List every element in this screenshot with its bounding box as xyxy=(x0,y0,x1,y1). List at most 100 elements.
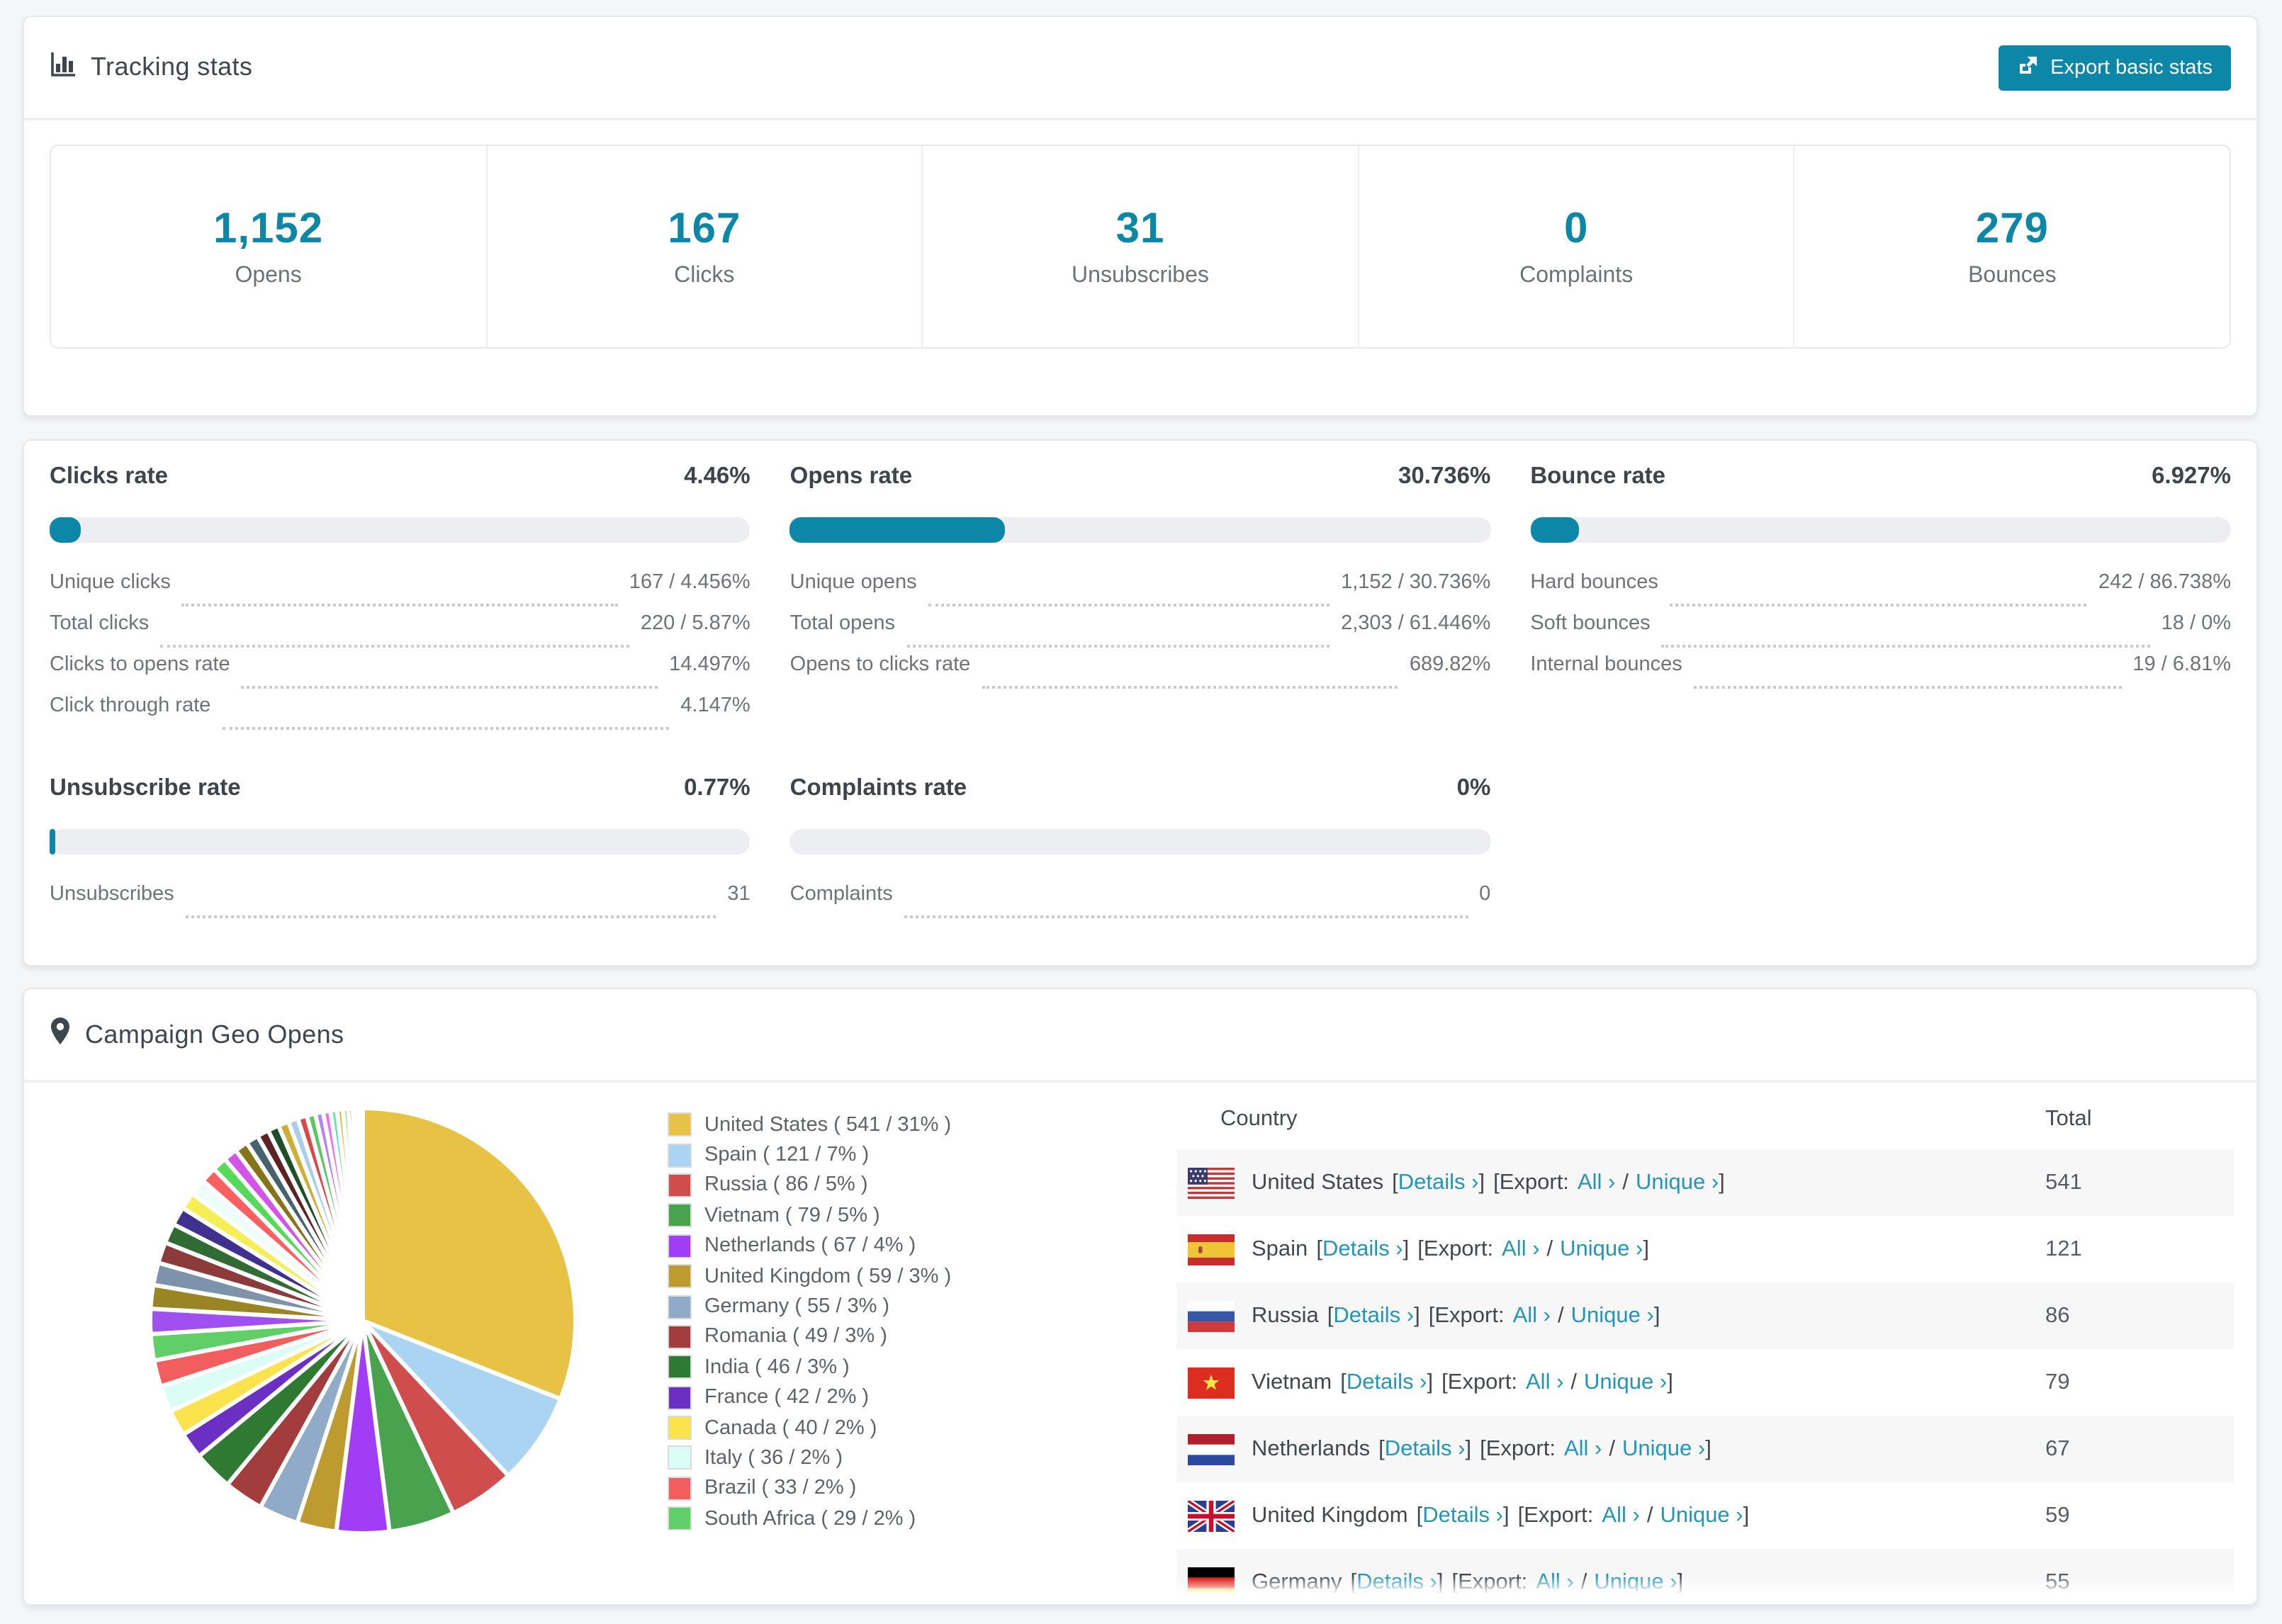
clicks-rate-title: Clicks rate xyxy=(50,463,168,489)
total-value: 121 xyxy=(2045,1236,2082,1261)
export-all-link[interactable]: All › xyxy=(1536,1569,1573,1595)
opens-rate-title: Opens rate xyxy=(789,463,913,489)
details-link[interactable]: Details › xyxy=(1422,1503,1503,1528)
clicks-count: 167 xyxy=(668,205,741,252)
details-link[interactable]: Details › xyxy=(1322,1236,1403,1262)
table-row-vietnam: Vietnam [ Details › ] [Export: All › / U… xyxy=(1176,1349,2234,1416)
rates-card: Clicks rate 4.46% Unique clicks 167 / 4.4… xyxy=(23,439,2258,966)
legend-swatch xyxy=(668,1173,692,1197)
opens-rate-value: 30.736% xyxy=(1398,463,1491,489)
clicks-rate-block: Clicks rate 4.46% Unique clicks 167 / 4.4… xyxy=(50,461,751,735)
stat-row: Total opens 2,303 / 61.446% xyxy=(790,612,1490,653)
stat-clicks: 167 Clicks xyxy=(487,146,923,347)
export-unique-link[interactable]: Unique › xyxy=(1584,1370,1667,1395)
stat-row: Complaints 0 xyxy=(790,883,1490,924)
bounce-rate-block: Bounce rate 6.927% Hard bounces 242 / 86.… xyxy=(1530,461,2231,735)
legend-swatch xyxy=(668,1264,692,1289)
table-row-united-states: United States [ Details › ] [Export: All… xyxy=(1176,1149,2234,1216)
stat-row: Opens to clicks rate 689.82% xyxy=(790,653,1490,694)
details-link[interactable]: Details › xyxy=(1398,1170,1479,1195)
page-title: Tracking stats xyxy=(91,52,253,81)
table-row-united-kingdom: United Kingdom [ Details › ] [Export: Al… xyxy=(1176,1482,2234,1549)
dotted-leader xyxy=(1669,604,2087,607)
clicks-label: Clicks xyxy=(674,263,735,287)
table-row-russia: Russia [ Details › ] [Export: All › / Un… xyxy=(1176,1282,2234,1349)
stat-row: Click through rate 4.147% xyxy=(50,694,751,735)
legend-item: Canada ( 40 / 2% ) xyxy=(668,1413,951,1443)
legend-swatch xyxy=(668,1203,692,1228)
legend-item: Brazil ( 33 / 2% ) xyxy=(668,1473,951,1504)
total-value: 55 xyxy=(2045,1569,2070,1594)
export-all-link[interactable]: All › xyxy=(1564,1436,1602,1462)
complaints-count: 0 xyxy=(1563,205,1589,252)
unsubscribe-rate-title: Unsubscribe rate xyxy=(50,775,241,801)
dotted-leader xyxy=(928,604,1330,607)
dotted-leader xyxy=(185,915,716,918)
unsubscribe-rate-value: 0.77% xyxy=(684,775,751,801)
export-unique-link[interactable]: Unique › xyxy=(1571,1303,1654,1329)
complaints-rate-value: 0% xyxy=(1456,775,1491,801)
stat-row: Soft bounces 18 / 0% xyxy=(1530,612,2231,653)
bounce-rate-title: Bounce rate xyxy=(1530,463,1666,489)
table-row-germany-partial: Germany [ Details › ] [Export: All › / U… xyxy=(1176,1549,2234,1604)
export-unique-link[interactable]: Unique › xyxy=(1636,1170,1719,1195)
bounces-label: Bounces xyxy=(1968,263,2057,287)
export-all-link[interactable]: All › xyxy=(1578,1170,1615,1195)
total-value: 541 xyxy=(2045,1170,2082,1194)
export-unique-link[interactable]: Unique › xyxy=(1560,1236,1643,1262)
geo-opens-legend: United States ( 541 / 31% ) Spain ( 121 … xyxy=(668,1110,951,1534)
export-unique-link[interactable]: Unique › xyxy=(1660,1503,1743,1528)
flag-vietnam-icon xyxy=(1188,1367,1235,1398)
table-row-netherlands: Netherlands [ Details › ] [Export: All ›… xyxy=(1176,1416,2234,1482)
flag-united-kingdom-icon xyxy=(1188,1500,1235,1531)
dotted-leader xyxy=(241,686,658,689)
bounce-rate-bar-fill xyxy=(1530,517,1579,543)
stat-opens: 1,152 Opens xyxy=(51,146,488,347)
details-link[interactable]: Details › xyxy=(1347,1370,1427,1395)
stat-complaints: 0 Complaints xyxy=(1359,146,1795,347)
geo-opens-table: Country Total United States [ Details › … xyxy=(1176,1090,2234,1604)
export-all-link[interactable]: All › xyxy=(1526,1370,1563,1395)
dotted-leader xyxy=(904,915,1468,918)
stat-unsubscribes: 31 Unsubscribes xyxy=(923,146,1359,347)
export-unique-link[interactable]: Unique › xyxy=(1594,1569,1677,1595)
flag-spain-icon xyxy=(1188,1234,1235,1265)
flag-russia-icon xyxy=(1188,1300,1235,1331)
export-all-link[interactable]: All › xyxy=(1602,1503,1639,1528)
complaints-label: Complaints xyxy=(1519,263,1634,287)
page: Tracking stats Export basic stats 1,152 … xyxy=(0,0,2282,1624)
legend-item: United Kingdom ( 59 / 3% ) xyxy=(668,1261,951,1292)
stat-row: Clicks to opens rate 14.497% xyxy=(50,653,751,694)
total-value: 79 xyxy=(2045,1370,2070,1394)
unsubscribes-label: Unsubscribes xyxy=(1072,263,1209,287)
dotted-leader xyxy=(181,604,618,607)
dotted-leader xyxy=(222,727,670,730)
clicks-rate-bar-fill xyxy=(50,517,82,543)
dotted-leader xyxy=(982,686,1398,689)
details-link[interactable]: Details › xyxy=(1385,1436,1466,1462)
table-header: Country Total xyxy=(1176,1090,2234,1149)
details-link[interactable]: Details › xyxy=(1333,1303,1414,1329)
tracking-stats-header: Tracking stats Export basic stats xyxy=(24,17,2256,120)
stat-row: Total clicks 220 / 5.87% xyxy=(50,612,751,653)
flag-germany-icon xyxy=(1188,1567,1235,1598)
legend-item: Vietnam ( 79 / 5% ) xyxy=(668,1200,951,1231)
table-row-spain: Spain [ Details › ] [Export: All › / Uni… xyxy=(1176,1216,2234,1282)
bounces-count: 279 xyxy=(1975,205,2049,252)
legend-item: India ( 46 / 3% ) xyxy=(668,1352,951,1382)
export-icon xyxy=(2016,53,2039,81)
stat-row: Hard bounces 242 / 86.738% xyxy=(1530,571,2231,612)
clicks-rate-bar xyxy=(50,517,751,543)
export-all-link[interactable]: All › xyxy=(1513,1303,1551,1329)
details-link[interactable]: Details › xyxy=(1356,1569,1437,1595)
unsubscribes-count: 31 xyxy=(1115,205,1165,252)
export-basic-stats-button[interactable]: Export basic stats xyxy=(1998,45,2231,90)
export-all-link[interactable]: All › xyxy=(1502,1236,1539,1262)
rates-grid: Clicks rate 4.46% Unique clicks 167 / 4.4… xyxy=(24,441,2256,924)
legend-item: Italy ( 36 / 2% ) xyxy=(668,1443,951,1474)
flag-netherlands-icon xyxy=(1188,1433,1235,1465)
legend-swatch xyxy=(668,1324,692,1349)
legend-item: France ( 42 / 2% ) xyxy=(668,1382,951,1413)
total-value: 67 xyxy=(2045,1436,2070,1460)
export-unique-link[interactable]: Unique › xyxy=(1622,1436,1705,1462)
